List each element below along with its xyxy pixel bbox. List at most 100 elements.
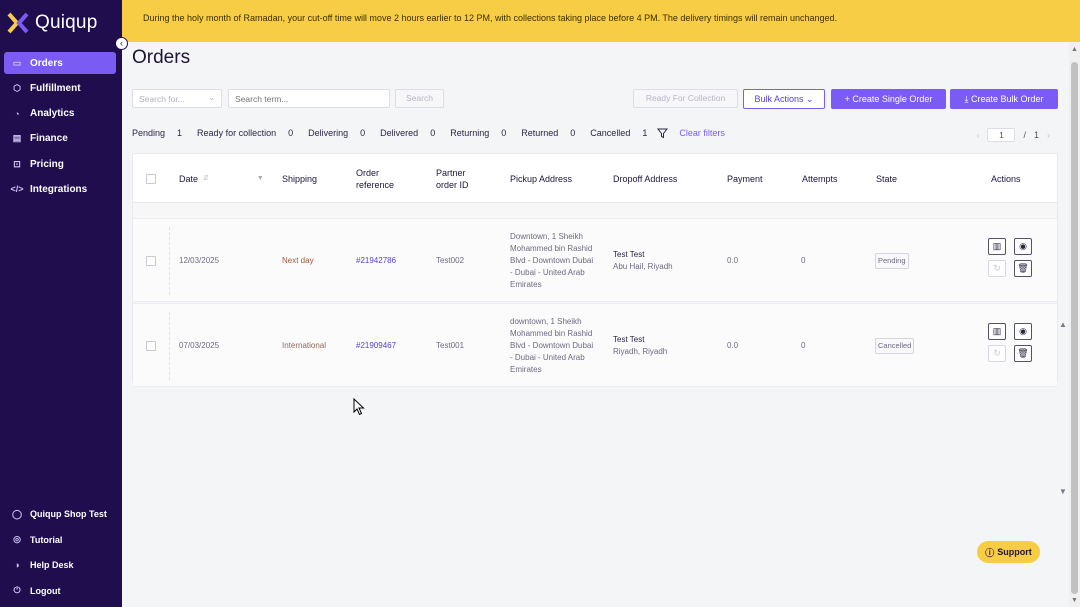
column-label: Order <box>356 167 380 178</box>
filter-cancelled[interactable]: Cancelled <box>590 128 630 138</box>
create-single-order-button[interactable]: + Create Single Order <box>831 89 946 109</box>
row-checkbox[interactable] <box>146 341 156 351</box>
sidebar: Quiqup ‹ ▭ Orders ⬡ Fulfillment ◔ Analyt… <box>0 0 128 607</box>
scroll-up-icon[interactable]: ▲ <box>1071 46 1078 53</box>
select-all-checkbox-cell <box>146 154 156 203</box>
create-bulk-order-button[interactable]: ⤓ Create Bulk Order <box>950 89 1058 109</box>
code-icon: </> <box>10 184 24 195</box>
column-partner-order-id: Partner order ID <box>436 154 469 203</box>
filter-returning[interactable]: Returning <box>450 128 489 138</box>
main-content: Orders Search for... ⌄ Search Ready For … <box>122 42 1068 607</box>
column-label: order ID <box>436 179 469 190</box>
sidebar-item-finance[interactable]: ▤ Finance <box>4 128 116 150</box>
order-reference-link[interactable]: #21909467 <box>356 304 396 388</box>
clear-filters-link[interactable]: Clear filters <box>679 128 725 138</box>
filter-ready-for-collection[interactable]: Ready for collection <box>197 128 276 138</box>
cube-icon: ⬡ <box>13 82 21 93</box>
chevron-left-icon[interactable]: ‹ <box>976 130 979 140</box>
delete-button[interactable]: 🗑 <box>1014 345 1032 362</box>
column-filter-icon[interactable]: ▼ <box>257 173 264 185</box>
sidebar-item-label: Help Desk <box>30 560 74 570</box>
table-row[interactable]: 12/03/2025 Next day #21942786 Test002 Do… <box>133 218 1057 302</box>
quiqup-logo-icon <box>7 12 29 34</box>
sidebar-item-fulfillment[interactable]: ⬡ Fulfillment <box>4 77 116 99</box>
search-button[interactable]: Search <box>395 89 444 108</box>
filter-delivering[interactable]: Delivering <box>308 128 348 138</box>
filter-pending[interactable]: Pending <box>132 128 165 138</box>
barcode-button[interactable]: ▥ <box>988 323 1006 340</box>
column-dropoff-address: Dropoff Address <box>613 173 678 184</box>
sidebar-item-logout[interactable]: ⏻ Logout <box>4 580 116 602</box>
sidebar-item-label: Integrations <box>30 183 88 195</box>
funnel-icon[interactable] <box>657 128 669 139</box>
search-input[interactable] <box>228 89 390 108</box>
row-divider <box>169 227 170 295</box>
table-scroll-up-icon[interactable]: ▲ <box>1059 320 1067 329</box>
ready-for-collection-button[interactable]: Ready For Collection <box>633 89 738 108</box>
filter-delivered[interactable]: Delivered <box>380 128 418 138</box>
dropoff-name: Test Test <box>613 250 645 259</box>
page-input[interactable]: 1 <box>987 128 1016 142</box>
view-button[interactable]: ◉ <box>1014 323 1032 340</box>
sidebar-item-help-desk[interactable]: ◑ Help Desk <box>4 554 116 576</box>
sidebar-nav: ▭ Orders ⬡ Fulfillment ◔ Analytics ▤ Fin… <box>4 52 116 204</box>
status-badge: Cancelled <box>875 338 915 354</box>
cell-dropoff-address: Test Test Abu Hail, Riyadh <box>613 219 673 303</box>
page-title: Orders <box>132 47 191 68</box>
collapse-sidebar-button[interactable]: ‹ <box>115 37 128 50</box>
row-actions: ▥ ◉ ↻ 🗑 <box>988 304 1038 388</box>
sidebar-item-orders[interactable]: ▭ Orders <box>4 52 116 74</box>
scrollbar-thumb[interactable] <box>1071 62 1078 594</box>
column-pickup-address: Pickup Address <box>510 173 573 184</box>
table-header: Date ⇵ ▼ Shipping Order reference Partner… <box>133 154 1057 203</box>
barcode-button[interactable]: ▥ <box>988 238 1006 255</box>
row-actions: ▥ ◉ ↻ 🗑 <box>988 219 1038 303</box>
row-checkbox[interactable] <box>146 256 156 266</box>
filter-count: 0 <box>288 128 294 138</box>
view-button[interactable]: ◉ <box>1014 238 1032 255</box>
sidebar-item-label: Fulfillment <box>30 82 81 94</box>
headset-icon: ◑ <box>14 560 20 570</box>
cell-date: 07/03/2025 <box>179 341 220 350</box>
delete-button[interactable]: 🗑 <box>1014 260 1032 277</box>
column-date[interactable]: Date ⇵ ▼ <box>179 154 264 203</box>
chevron-right-icon[interactable]: › <box>1047 130 1050 140</box>
column-label: Partner <box>436 167 466 178</box>
retry-button[interactable]: ↻ <box>988 345 1006 362</box>
refresh-icon: ↻ <box>993 348 1001 358</box>
cell-partner-order-id: Test001 <box>436 341 465 350</box>
filter-returned[interactable]: Returned <box>521 128 558 138</box>
cell-date: 12/03/2025 <box>179 256 220 265</box>
trash-icon: 🗑 <box>1017 348 1029 358</box>
logo[interactable]: Quiqup <box>7 12 97 34</box>
bulk-actions-dropdown[interactable]: Bulk Actions ⌄ <box>743 89 825 109</box>
sidebar-item-label: Analytics <box>30 108 75 120</box>
cell-dropoff-address: Test Test Riyadh, Riyadh <box>613 304 667 388</box>
sidebar-item-account[interactable]: ◯ Quiqup Shop Test <box>4 503 116 525</box>
search-field-select[interactable]: Search for... ⌄ <box>132 89 222 108</box>
table-row[interactable]: 07/03/2025 International #21909467 Test0… <box>133 303 1057 387</box>
barcode-icon: ▥ <box>992 241 1002 251</box>
sidebar-item-tutorial[interactable]: ◎ Tutorial <box>4 529 116 551</box>
sort-icon[interactable]: ⇵ <box>203 173 209 185</box>
page-scrollbar[interactable]: ▲ ▼ <box>1069 42 1080 607</box>
scroll-down-icon[interactable]: ▼ <box>1071 597 1078 604</box>
column-attempts: Attempts <box>802 173 838 184</box>
sidebar-item-pricing[interactable]: ⊡ Pricing <box>4 153 116 175</box>
filter-count: 1 <box>642 128 648 138</box>
chart-icon: ◔ <box>14 108 20 119</box>
sidebar-item-label: Quiqup Shop Test <box>30 509 107 519</box>
retry-button[interactable]: ↻ <box>988 260 1006 277</box>
sidebar-item-integrations[interactable]: </> Integrations <box>4 178 116 200</box>
table-scroll-down-icon[interactable]: ▼ <box>1059 487 1067 496</box>
select-all-checkbox[interactable] <box>146 173 156 184</box>
sidebar-item-label: Finance <box>30 133 68 145</box>
support-button[interactable]: ⓘ Support <box>977 541 1040 563</box>
sidebar-item-analytics[interactable]: ◔ Analytics <box>4 103 116 125</box>
order-reference-link[interactable]: #21942786 <box>356 219 396 303</box>
row-divider <box>169 312 170 380</box>
dropoff-address: Abu Hail, Riyadh <box>613 262 673 271</box>
eye-icon: ◉ <box>1019 326 1027 336</box>
support-label: Support <box>997 547 1032 557</box>
cell-pickup-address: Downtown, 1 Sheikh Mohammed bin Rashid B… <box>510 232 594 289</box>
